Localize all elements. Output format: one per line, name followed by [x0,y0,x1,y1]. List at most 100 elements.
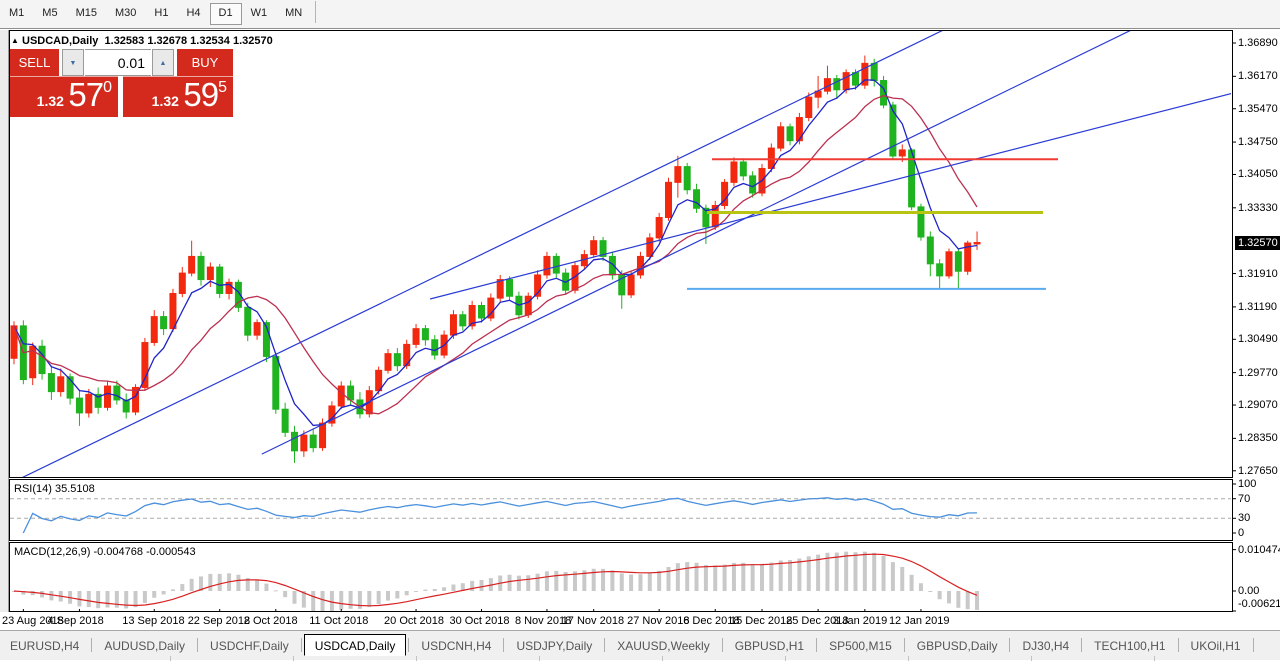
symbol-tab-dj30[interactable]: DJ30,H4 [1012,635,1079,657]
candle-body [871,63,877,80]
macd-histogram-bar [124,591,128,608]
grip-mark [662,656,663,661]
candle-body [460,315,466,326]
macd-histogram-bar [732,563,736,591]
price-axis-label: 1.33330 [1238,202,1278,214]
candle-body [507,280,513,297]
symbol-marker-icon: ▲ [11,36,19,45]
buy-price-display[interactable]: 1.32 595 [123,76,233,117]
timeframe-button-d1[interactable]: D1 [210,3,242,25]
date-axis-label: 30 Oct 2018 [450,615,510,627]
candle-body [899,150,905,156]
macd-histogram-bar [769,563,773,591]
timeframe-button-w1[interactable]: W1 [242,3,277,25]
buy-price-point: 5 [218,79,227,96]
macd-histogram-bar [938,591,942,599]
candle-body [170,293,176,328]
price-chart[interactable] [9,30,1280,612]
macd-histogram-bar [657,571,661,591]
date-axis-label: 4 Sep 2018 [47,615,103,627]
macd-histogram-bar [283,591,287,597]
candle-body [310,435,316,448]
macd-histogram-bar [723,565,727,591]
date-axis-label: 22 Sep 2018 [188,615,250,627]
symbol-tab-usdcnh[interactable]: USDCNH,H4 [411,635,501,657]
candle-body [843,73,849,90]
macd-histogram-bar [910,575,914,591]
symbol-tab-xauusd[interactable]: XAUUSD,Weekly [607,635,719,657]
candle-body [151,317,157,343]
candle-body [282,409,288,432]
macd-histogram-bar [844,552,848,591]
candle-body [217,267,223,293]
candle-body [974,243,980,244]
symbol-tab-usdchf[interactable]: USDCHF,Daily [200,635,299,657]
candle-body [553,256,559,273]
candle-body [142,343,148,388]
tab-bar-grips [0,655,1280,661]
price-axis-label: 1.27650 [1238,465,1278,477]
timeframe-button-m15[interactable]: M15 [67,3,106,25]
symbol-tab-tech100[interactable]: TECH100,H1 [1084,635,1175,657]
symbol-tab-gbpusd[interactable]: GBPUSD,Daily [907,635,1008,657]
macd-histogram-bar [49,591,53,600]
symbol-tab-usdcad[interactable]: USDCAD,Daily [304,634,407,656]
candle-body [207,267,213,280]
timeframe-button-h1[interactable]: H1 [145,3,177,25]
price-axis-label: 1.36170 [1238,70,1278,82]
volume-input[interactable] [85,49,151,76]
macd-histogram-bar [751,564,755,591]
macd-histogram-bar [620,573,624,591]
tab-separator [301,638,302,652]
macd-histogram-bar [339,591,343,610]
candle-body [422,329,428,340]
timeframe-button-m5[interactable]: M5 [33,3,66,25]
date-axis-label: 13 Sep 2018 [122,615,184,627]
tab-separator [1253,638,1254,652]
candle-body [684,167,690,190]
symbol-tab-audusd[interactable]: AUDUSD,Daily [94,635,195,657]
symbol-tab-ukoil[interactable]: UKOil,H1 [1181,635,1251,657]
timeframe-button-h4[interactable]: H4 [177,3,209,25]
sell-price-pips: 57 [68,76,103,113]
buy-price-figure: 1.32 [152,93,179,109]
symbol-tab-sp500[interactable]: SP500,M15 [819,635,902,657]
macd-histogram-bar [863,552,867,591]
candle-body [58,377,64,392]
candle-body [525,296,531,315]
window-left-gutter [0,30,9,630]
terminal-window: M1M5M15M30H1H4D1W1MN ▲ USDCAD,Daily 1.32… [0,0,1280,661]
macd-histogram-bar [208,574,212,591]
candle-body [338,386,344,406]
candle-body [647,238,653,257]
tab-separator [904,638,905,652]
candle-body [432,340,438,355]
macd-histogram-bar [451,585,455,591]
macd-histogram-bar [106,591,110,607]
grip-mark [1154,656,1155,661]
macd-histogram-bar [414,591,418,592]
volume-increase-button[interactable]: ▲ [152,49,174,76]
symbol-tab-gbpusd[interactable]: GBPUSD,H1 [725,635,814,657]
symbol-tab-eurusd[interactable]: EURUSD,H4 [0,635,89,657]
candle-body [890,105,896,156]
macd-histogram-bar [470,581,474,591]
timeframe-button-m1[interactable]: M1 [0,3,33,25]
macd-axis-label: 0.010474 [1238,544,1280,556]
timeframe-button-m30[interactable]: M30 [106,3,145,25]
tab-separator [503,638,504,652]
date-axis-label: 3 Jan 2019 [833,615,887,627]
sell-button[interactable]: SELL [10,49,59,76]
candle-body [320,423,326,448]
symbol-tab-usdjpy[interactable]: USDJPY,Daily [506,635,602,657]
macd-histogram-bar [255,580,259,591]
date-axis-label: 20 Oct 2018 [384,615,444,627]
candle-body [86,394,92,413]
timeframe-button-mn[interactable]: MN [276,3,311,25]
candle-body [806,97,812,117]
volume-decrease-button[interactable]: ▼ [62,49,84,76]
macd-histogram-bar [526,575,530,591]
sell-price-display[interactable]: 1.32 570 [10,76,118,117]
buy-button[interactable]: BUY [177,49,233,76]
tab-separator [816,638,817,652]
